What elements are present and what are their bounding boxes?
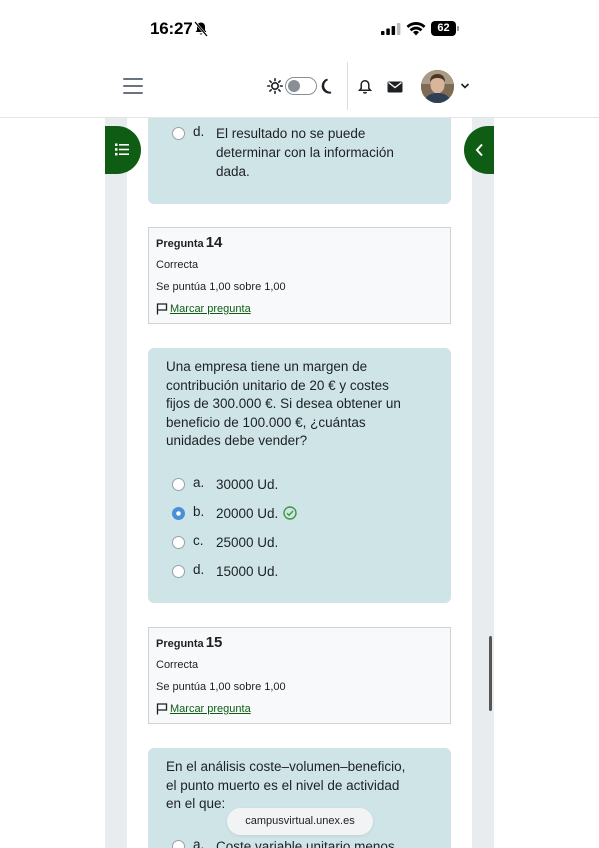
answer-option-b[interactable]: b. 20000 Ud. bbox=[172, 504, 298, 523]
radio-unchecked[interactable] bbox=[172, 565, 185, 578]
list-icon bbox=[115, 143, 129, 156]
answer-letter: a. bbox=[193, 837, 205, 848]
wifi-icon bbox=[406, 22, 426, 36]
question-title: Pregunta 14 bbox=[156, 234, 223, 251]
answer-letter: d. bbox=[193, 562, 205, 577]
flag-icon bbox=[156, 303, 168, 315]
theme-toggle[interactable] bbox=[285, 77, 317, 95]
answer-option-a[interactable]: a. 30000 Ud. bbox=[172, 475, 278, 494]
mail-icon[interactable] bbox=[387, 81, 403, 93]
answer-text: 30000 Ud. bbox=[216, 477, 279, 492]
answer-option-a[interactable]: a. Coste variable unitario menos bbox=[172, 837, 395, 848]
answer-letter: a. bbox=[193, 475, 205, 490]
question-state: Correcta bbox=[156, 259, 199, 271]
radio-unchecked[interactable] bbox=[172, 536, 185, 549]
answer-option-c[interactable]: c. 25000 Ud. bbox=[172, 533, 278, 552]
answer-text: 20000 Ud. bbox=[216, 506, 279, 521]
nav-divider bbox=[347, 62, 348, 110]
question-14-content: Una empresa tiene un margen de contribuc… bbox=[148, 348, 451, 603]
question-14-info: Pregunta 14 Correcta Se puntúa 1,00 sobre… bbox=[148, 227, 451, 324]
sun-icon bbox=[267, 78, 283, 94]
toggle-knob bbox=[288, 80, 300, 92]
flag-question-link[interactable]: Marcar pregunta bbox=[156, 303, 251, 315]
answer-option-d[interactable]: d. El resultado no se puede determinar c… bbox=[172, 124, 394, 181]
question-number: 15 bbox=[205, 634, 223, 651]
question-15-info: Pregunta 15 Correcta Se puntúa 1,00 sobre… bbox=[148, 627, 451, 724]
top-navbar bbox=[0, 58, 599, 118]
question-title: Pregunta 15 bbox=[156, 634, 223, 651]
chevron-left-icon bbox=[475, 143, 483, 157]
answer-letter: b. bbox=[193, 504, 205, 519]
answer-text: 25000 Ud. bbox=[216, 535, 279, 550]
avatar[interactable] bbox=[421, 70, 454, 103]
correct-check-icon bbox=[283, 506, 298, 520]
answer-text: 15000 Ud. bbox=[216, 564, 279, 579]
question-state: Correcta bbox=[156, 659, 199, 671]
answer-letter: c. bbox=[193, 533, 204, 548]
previous-question-content: d. El resultado no se puede determinar c… bbox=[148, 118, 451, 204]
bell-off-icon bbox=[194, 21, 208, 37]
flag-question-link[interactable]: Marcar pregunta bbox=[156, 703, 251, 715]
battery-icon: 62 bbox=[431, 21, 459, 36]
answer-option-d[interactable]: d. 15000 Ud. bbox=[172, 562, 278, 581]
battery-level: 62 bbox=[431, 21, 456, 36]
question-text: En el análisis coste–volumen–beneficio, … bbox=[166, 759, 406, 811]
answer-text: Coste variable unitario menos bbox=[216, 839, 395, 848]
flag-icon bbox=[156, 703, 168, 715]
radio-checked[interactable] bbox=[172, 507, 185, 520]
moon-icon bbox=[321, 78, 332, 94]
radio-unchecked[interactable] bbox=[172, 840, 185, 848]
answer-text: El resultado no se puede determinar con … bbox=[216, 126, 394, 179]
question-grade: Se puntúa 1,00 sobre 1,00 bbox=[156, 681, 286, 693]
status-time: 16:27 bbox=[150, 19, 193, 38]
scrollbar-thumb[interactable] bbox=[489, 636, 492, 711]
question-number: 14 bbox=[205, 234, 223, 251]
hamburger-icon[interactable] bbox=[123, 78, 143, 94]
status-bar: 16:27 62 bbox=[0, 0, 599, 58]
chevron-down-icon[interactable] bbox=[460, 82, 470, 90]
question-text: Una empresa tiene un margen de contribuc… bbox=[166, 359, 401, 448]
radio-unchecked[interactable] bbox=[172, 127, 185, 140]
bell-icon[interactable] bbox=[358, 79, 372, 95]
radio-unchecked[interactable] bbox=[172, 478, 185, 491]
browser-url-pill[interactable]: campusvirtual.unex.es bbox=[227, 808, 373, 835]
answer-letter: d. bbox=[193, 124, 205, 139]
signal-icon bbox=[381, 23, 401, 35]
question-grade: Se puntúa 1,00 sobre 1,00 bbox=[156, 281, 286, 293]
